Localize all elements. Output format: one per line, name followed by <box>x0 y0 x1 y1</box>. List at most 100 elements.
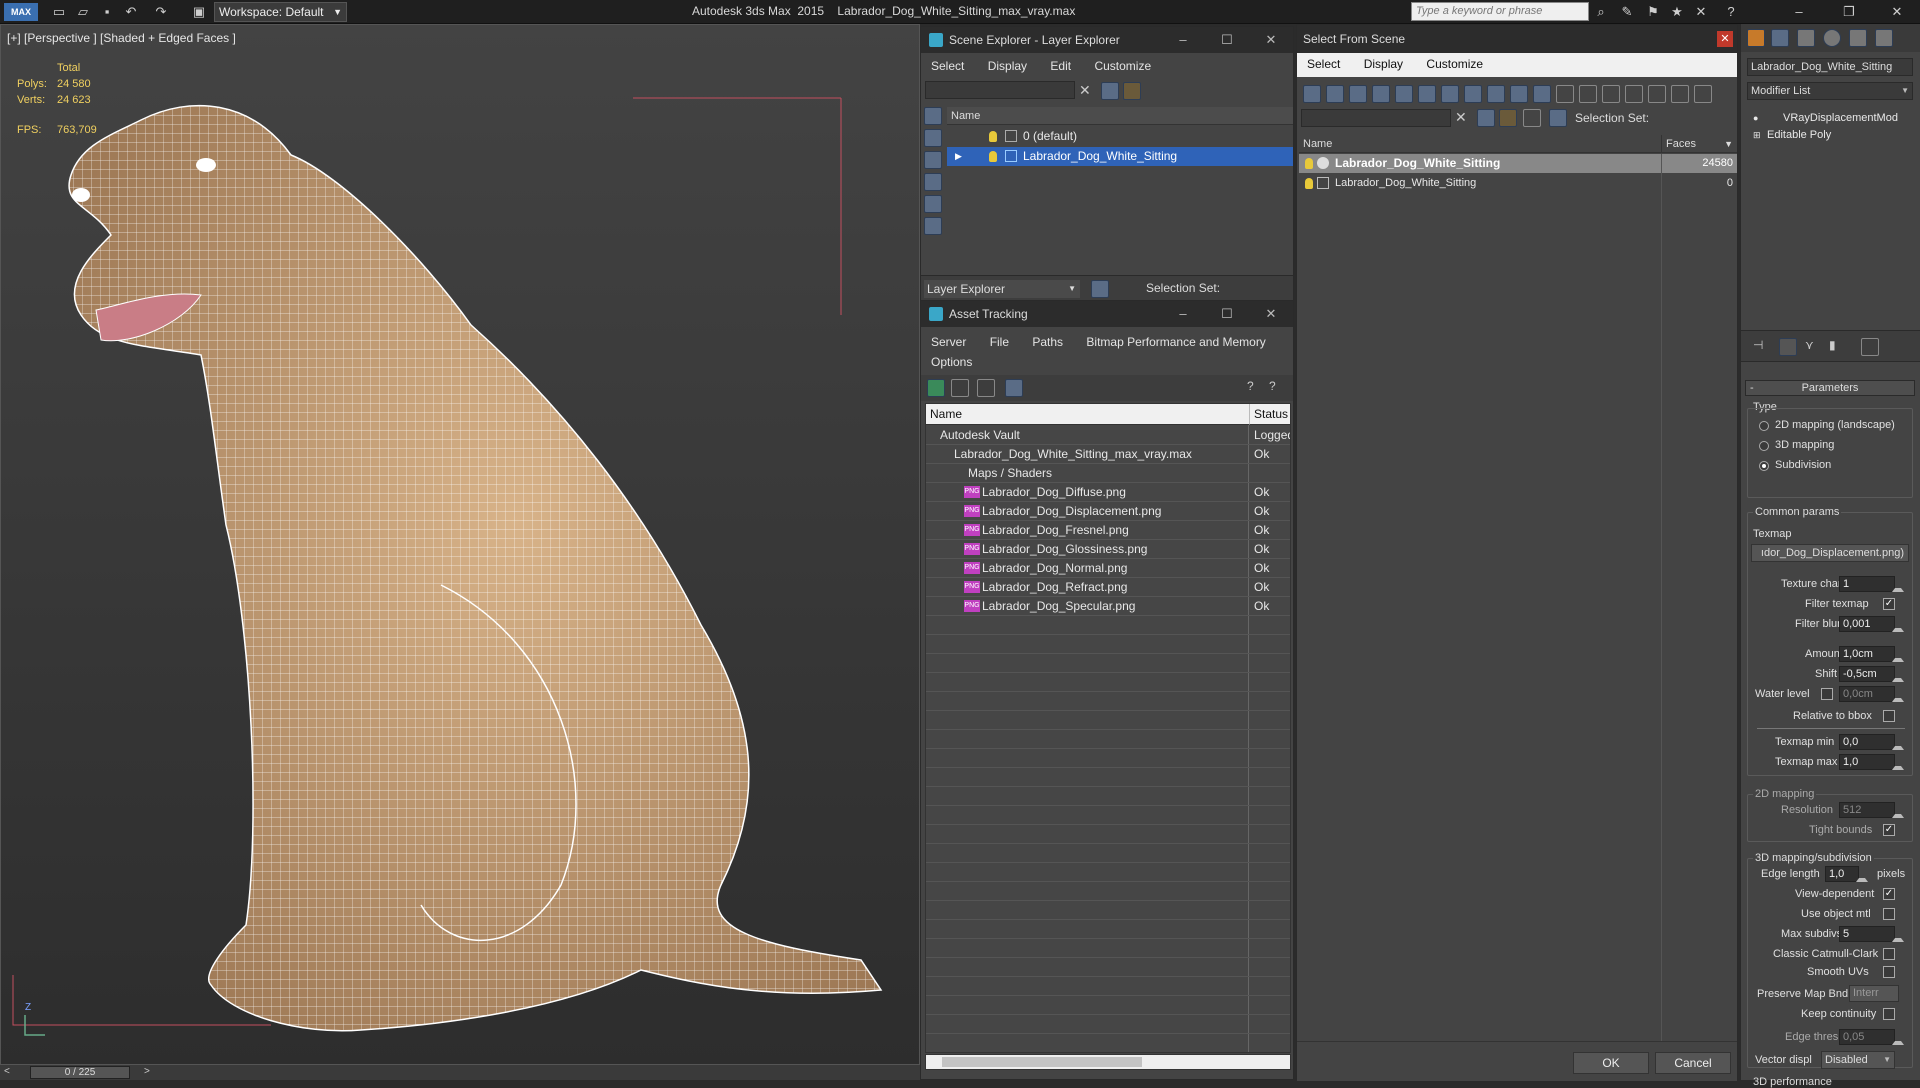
select-search-input[interactable] <box>1301 109 1451 127</box>
texmap-max-spinner[interactable]: 1,0 <box>1839 754 1904 770</box>
visibility-bulb-icon[interactable] <box>1305 178 1313 189</box>
name-column-header[interactable]: Name <box>1299 135 1661 153</box>
expand-arrow-icon[interactable]: ▶ <box>955 147 962 166</box>
type-radio-3d[interactable] <box>1759 441 1769 451</box>
exchange-icon[interactable]: ✕ <box>1692 3 1710 21</box>
asset-name-header[interactable]: Name <box>926 404 1249 425</box>
menu-options[interactable]: Options <box>921 351 982 373</box>
asset-row[interactable]: PNG Labrador_Dog_Displacement.png Ok <box>926 502 1290 521</box>
help-icon[interactable]: ? <box>1722 3 1740 21</box>
remove-modifier-icon[interactable]: ▮ <box>1829 338 1847 356</box>
redo-icon[interactable]: ↷ <box>152 3 170 21</box>
layer-mode-icon[interactable] <box>1091 280 1109 298</box>
asset-status-header[interactable]: Status <box>1249 404 1290 425</box>
filter-type-icon-8[interactable] <box>1464 85 1482 103</box>
shift-spinner[interactable]: -0,5cm <box>1839 666 1904 682</box>
refresh-icon[interactable] <box>927 379 945 397</box>
table-icon[interactable] <box>977 379 995 397</box>
menu-bitmap-performance[interactable]: Bitmap Performance and Memory <box>1076 331 1275 353</box>
water-level-spinner[interactable]: 0,0cm <box>1839 686 1904 702</box>
filter-type-icon-6[interactable] <box>1418 85 1436 103</box>
tools-icon[interactable]: ✎ <box>1618 3 1636 21</box>
tool-icon-3[interactable] <box>924 151 942 169</box>
menu-edit[interactable]: Edit <box>1040 55 1081 77</box>
asset-row[interactable]: PNG Labrador_Dog_Refract.png Ok <box>926 578 1290 597</box>
clear-search-icon[interactable]: ✕ <box>1079 82 1097 100</box>
menu-select[interactable]: Select <box>1297 53 1350 75</box>
explorer-mode-dropdown[interactable]: Layer Explorer ▼ <box>924 280 1080 298</box>
relative-bbox-checkbox[interactable] <box>1883 710 1895 722</box>
keep-continuity-checkbox[interactable] <box>1883 1008 1895 1020</box>
filter-type-icon-14[interactable] <box>1602 85 1620 103</box>
modify-tab-icon[interactable] <box>1771 29 1789 47</box>
ok-button[interactable]: OK <box>1573 1052 1649 1074</box>
resolution-spinner[interactable]: 512 <box>1839 802 1904 818</box>
help-icon[interactable]: ? <box>1247 379 1265 397</box>
prev-frame-icon[interactable]: < <box>4 1066 10 1077</box>
search-input[interactable]: Type a keyword or phrase <box>1411 2 1589 21</box>
undo-icon[interactable]: ↶ <box>122 3 140 21</box>
asset-row[interactable]: Autodesk Vault Logged <box>926 426 1290 445</box>
close-icon[interactable]: ✕ <box>1249 27 1293 53</box>
cancel-button[interactable]: Cancel <box>1655 1052 1731 1074</box>
object-row[interactable]: Labrador_Dog_White_Sitting 0 <box>1299 174 1737 193</box>
texture-chan-spinner[interactable]: 1 <box>1839 576 1904 592</box>
filter-icon[interactable] <box>1101 82 1119 100</box>
close-icon[interactable]: ✕ <box>1249 301 1293 327</box>
filter-texmap-checkbox[interactable]: ✓ <box>1883 598 1895 610</box>
pin-stack-icon[interactable]: ⊣ <box>1753 338 1771 356</box>
asset-tracking-titlebar[interactable]: Asset Tracking – ☐ ✕ <box>921 301 1293 327</box>
hierarchy-tab-icon[interactable] <box>1797 29 1815 47</box>
menu-paths[interactable]: Paths <box>1022 331 1073 353</box>
minimize-icon[interactable]: – <box>1790 3 1808 21</box>
max-subdivs-spinner[interactable]: 5 <box>1839 926 1904 942</box>
new-icon[interactable]: ▭ <box>50 3 68 21</box>
faces-column-header[interactable]: Faces ▼ <box>1661 135 1737 153</box>
layers-icon[interactable] <box>1499 109 1517 127</box>
expand-icon[interactable]: ⊞ <box>1753 127 1761 143</box>
texmap-min-spinner[interactable]: 0,0 <box>1839 734 1904 750</box>
help-alt-icon[interactable]: ? <box>1269 379 1287 397</box>
asset-row[interactable]: PNG Labrador_Dog_Fresnel.png Ok <box>926 521 1290 540</box>
type-radio-2d[interactable] <box>1759 421 1769 431</box>
menu-customize[interactable]: Customize <box>1416 53 1493 75</box>
parameters-rollout-header[interactable]: - Parameters <box>1745 380 1915 396</box>
favorites-icon[interactable]: ★ <box>1668 3 1686 21</box>
filter-type-icon-12[interactable] <box>1556 85 1574 103</box>
menu-server[interactable]: Server <box>921 331 976 353</box>
sort-icon[interactable] <box>1523 109 1541 127</box>
visibility-bulb-icon[interactable] <box>989 151 997 162</box>
menu-file[interactable]: File <box>980 331 1019 353</box>
vector-displ-dropdown[interactable]: Disabled ▼ <box>1821 1051 1895 1069</box>
asset-row[interactable]: PNG Labrador_Dog_Diffuse.png Ok <box>926 483 1290 502</box>
object-row-selected[interactable]: Labrador_Dog_White_Sitting 24580 <box>1299 154 1737 173</box>
minimize-icon[interactable]: – <box>1161 301 1205 327</box>
horizontal-scrollbar[interactable] <box>925 1054 1291 1070</box>
scene-explorer-titlebar[interactable]: Scene Explorer - Layer Explorer – ☐ ✕ <box>921 27 1293 53</box>
asset-row[interactable]: PNG Labrador_Dog_Specular.png Ok <box>926 597 1290 616</box>
use-object-mtl-checkbox[interactable] <box>1883 908 1895 920</box>
type-option-2d[interactable]: 2D mapping (landscape) <box>1775 419 1895 431</box>
filter-type-icon-7[interactable] <box>1441 85 1459 103</box>
maximize-icon[interactable]: ☐ <box>1205 27 1249 53</box>
asset-row[interactable]: PNG Labrador_Dog_Normal.png Ok <box>926 559 1290 578</box>
maximize-icon[interactable]: ☐ <box>1205 301 1249 327</box>
show-end-icon[interactable] <box>1779 338 1797 356</box>
modifier-list-dropdown[interactable]: Modifier List ▼ <box>1747 82 1913 100</box>
perspective-viewport[interactable]: [+] [Perspective ] [Shaded + Edged Faces… <box>0 24 920 1069</box>
smooth-uvs-checkbox[interactable] <box>1883 966 1895 978</box>
configure-modifier-sets-icon[interactable] <box>1861 338 1879 356</box>
minimize-icon[interactable]: – <box>1161 27 1205 53</box>
water-level-checkbox[interactable] <box>1821 688 1833 700</box>
maximize-icon[interactable]: ❐ <box>1840 3 1858 21</box>
view-dependent-checkbox[interactable]: ✓ <box>1883 888 1895 900</box>
type-option-subdivision[interactable]: Subdivision <box>1775 459 1831 471</box>
app-logo-icon[interactable]: MAX <box>4 3 38 21</box>
filter-type-icon-15[interactable] <box>1625 85 1643 103</box>
filter-type-icon-1[interactable] <box>1303 85 1321 103</box>
type-radio-subdivision[interactable] <box>1759 461 1769 471</box>
time-slider-thumb[interactable]: 0 / 225 <box>30 1066 130 1079</box>
catmull-clark-checkbox[interactable] <box>1883 948 1895 960</box>
filter-type-icon-13[interactable] <box>1579 85 1597 103</box>
scene-search-input[interactable] <box>925 81 1075 99</box>
